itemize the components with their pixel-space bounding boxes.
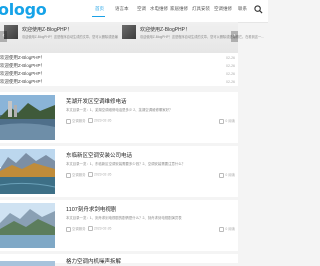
list-item-title[interactable]: 欢迎使用Z-BlogPHP！ <box>0 79 45 85</box>
slider-prev-arrow[interactable]: ‹ <box>0 31 7 42</box>
nav-item-7[interactable]: 联系 <box>238 6 247 12</box>
article-thumbnail[interactable] <box>0 149 55 194</box>
list-item[interactable]: 欢迎使用Z-BlogPHP！ 02-26 <box>0 62 238 70</box>
list-item-date: 02-26 <box>226 63 235 68</box>
article-title[interactable]: 格力空调内机噪声拆解 <box>66 257 121 265</box>
article-thumbnail[interactable] <box>0 257 55 266</box>
slide-title[interactable]: 欢迎使用Z-BlogPHP！ <box>140 26 190 33</box>
article-thumbnail[interactable] <box>0 203 55 248</box>
user-icon <box>66 172 71 178</box>
article-title[interactable]: 芜湖开发区空调维修电话 <box>66 97 127 105</box>
list-item[interactable]: 欢迎使用Z-BlogPHP！ 02-26 <box>0 78 238 86</box>
article-card[interactable]: 东临新区空调安装公司电话 本文目录一览：1、东临新区空调安装需要多少钱？2、空调… <box>0 146 238 197</box>
nav-item-5[interactable]: 灯具安装 <box>192 6 210 12</box>
list-item-date: 02-26 <box>226 79 235 84</box>
eye-icon <box>219 226 225 232</box>
article-excerpt: 本文目录一览：1、东临新区空调安装需要多少钱？2、空调安装需要注意什么？ <box>66 162 186 166</box>
article-author: 空调服务 <box>66 226 86 232</box>
site-header: ologo 首页 语言本 空调 水电维修 家居维修 灯具安装 空调维修 联系 <box>0 0 268 23</box>
article-views: 0 阅读 <box>219 226 235 232</box>
list-item[interactable]: 欢迎使用Z-BlogPHP！ 02-26 <box>0 70 238 78</box>
slide-card[interactable]: 欢迎使用Z-BlogPHP！ 欢迎使用Z-BlogPHP！这是程序自动生成的文章… <box>118 22 264 53</box>
nav-active-indicator <box>92 16 105 17</box>
nav-home[interactable]: 首页 <box>95 6 104 12</box>
list-item-date: 02-26 <box>226 71 235 76</box>
article-title[interactable]: 1107刻舟求剑电视剧 <box>66 205 116 213</box>
clock-icon <box>88 226 93 231</box>
article-date: 2023-02-26 <box>88 118 111 123</box>
nav-item-3[interactable]: 水电维修 <box>150 6 168 12</box>
user-icon <box>66 118 71 124</box>
article-excerpt: 本文目录一览：1、刻舟求剑电视剧的剧情是什么？2、刻舟求剑电视剧演员表 <box>66 216 182 220</box>
nav-item-2[interactable]: 空调 <box>137 6 146 12</box>
clock-icon <box>88 118 93 123</box>
eye-icon <box>219 118 225 124</box>
featured-slider: 欢迎使用Z-BlogPHP！ 欢迎使用Z-BlogPHP！这是程序自动生成的文章… <box>0 22 264 53</box>
article-author: 空调服务 <box>66 118 86 124</box>
nav-item-4[interactable]: 家居维修 <box>170 6 188 12</box>
eye-icon <box>219 172 225 178</box>
article-card[interactable]: 芜湖开发区空调维修电话 本文目录一览：1、芜湖空调维修电话是多少 2、芜湖空调维… <box>0 92 238 143</box>
article-views: 0 阅读 <box>219 118 235 124</box>
article-author: 空调服务 <box>66 172 86 178</box>
nav-item-1[interactable]: 语言本 <box>115 6 129 12</box>
clock-icon <box>88 172 93 177</box>
slide-desc: 欢迎使用Z-BlogPHP！这是程序自动生成的文章，您可以删除或是编辑它。在看到… <box>140 35 264 39</box>
list-item-title[interactable]: 欢迎使用Z-BlogPHP！ <box>0 63 45 69</box>
list-item-title[interactable]: 欢迎使用Z-BlogPHP！ <box>0 55 45 61</box>
main-nav: 首页 语言本 空调 水电维修 家居维修 灯具安装 空调维修 联系 <box>0 0 268 22</box>
slide-card[interactable]: 欢迎使用Z-BlogPHP！ 欢迎使用Z-BlogPHP！这是程序自动生成的文章… <box>0 22 146 53</box>
recent-list: 欢迎使用Z-BlogPHP！ 02-26 欢迎使用Z-BlogPHP！ 02-2… <box>0 53 238 86</box>
list-item[interactable]: 欢迎使用Z-BlogPHP！ 02-26 <box>0 54 238 62</box>
slider-next-arrow[interactable]: › <box>231 31 238 42</box>
slide-title[interactable]: 欢迎使用Z-BlogPHP！ <box>22 26 72 33</box>
article-excerpt: 本文目录一览：1、芜湖空调维修电话是多少 2、芜湖空调维修哪家好？ <box>66 108 173 112</box>
article-date: 2023-02-26 <box>88 172 111 177</box>
article-card[interactable]: 1107刻舟求剑电视剧 本文目录一览：1、刻舟求剑电视剧的剧情是什么？2、刻舟求… <box>0 200 238 251</box>
article-thumbnail[interactable] <box>0 95 55 140</box>
search-icon[interactable] <box>254 5 263 14</box>
nav-item-6[interactable]: 空调维修 <box>214 6 232 12</box>
list-item-date: 02-26 <box>226 55 235 60</box>
article-card[interactable]: 格力空调内机噪声拆解 <box>0 254 238 266</box>
article-date: 2023-02-26 <box>88 226 111 231</box>
user-icon <box>66 226 71 232</box>
list-item-title[interactable]: 欢迎使用Z-BlogPHP！ <box>0 71 45 77</box>
slide-thumbnail <box>122 25 136 39</box>
article-views: 0 阅读 <box>219 172 235 178</box>
article-title[interactable]: 东临新区空调安装公司电话 <box>66 151 132 159</box>
